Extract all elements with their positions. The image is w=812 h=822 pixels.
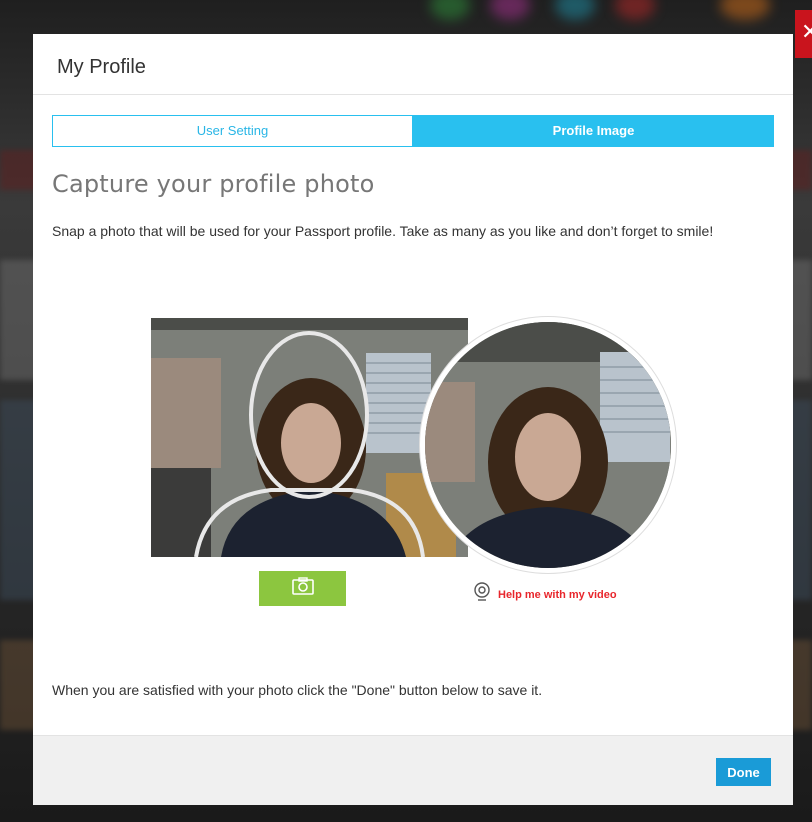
section-description: Snap a photo that will be used for your … (52, 223, 714, 239)
modal-header (33, 34, 793, 95)
save-instructions: When you are satisfied with your photo c… (52, 682, 543, 698)
modal-title: My Profile (57, 56, 146, 78)
webcam-icon (473, 582, 491, 607)
webcam-feed (151, 318, 468, 557)
photo-preview (425, 322, 671, 568)
video-help-label: Help me with my video (498, 588, 617, 601)
profile-modal: My Profile User Setting Profile Image Ca… (33, 34, 793, 805)
tab-profile-image[interactable]: Profile Image (413, 115, 774, 147)
close-icon: ✕ (801, 19, 812, 44)
done-button[interactable]: Done (716, 758, 771, 786)
tab-bar: User Setting Profile Image (52, 115, 774, 147)
tab-user-setting[interactable]: User Setting (52, 115, 413, 147)
video-help-link[interactable]: Help me with my video (473, 582, 617, 607)
camera-icon (291, 577, 314, 600)
close-modal-button[interactable]: ✕ (795, 10, 812, 58)
section-heading: Capture your profile photo (52, 170, 375, 198)
modal-footer: Done (33, 735, 793, 805)
take-photo-button[interactable] (259, 571, 346, 606)
